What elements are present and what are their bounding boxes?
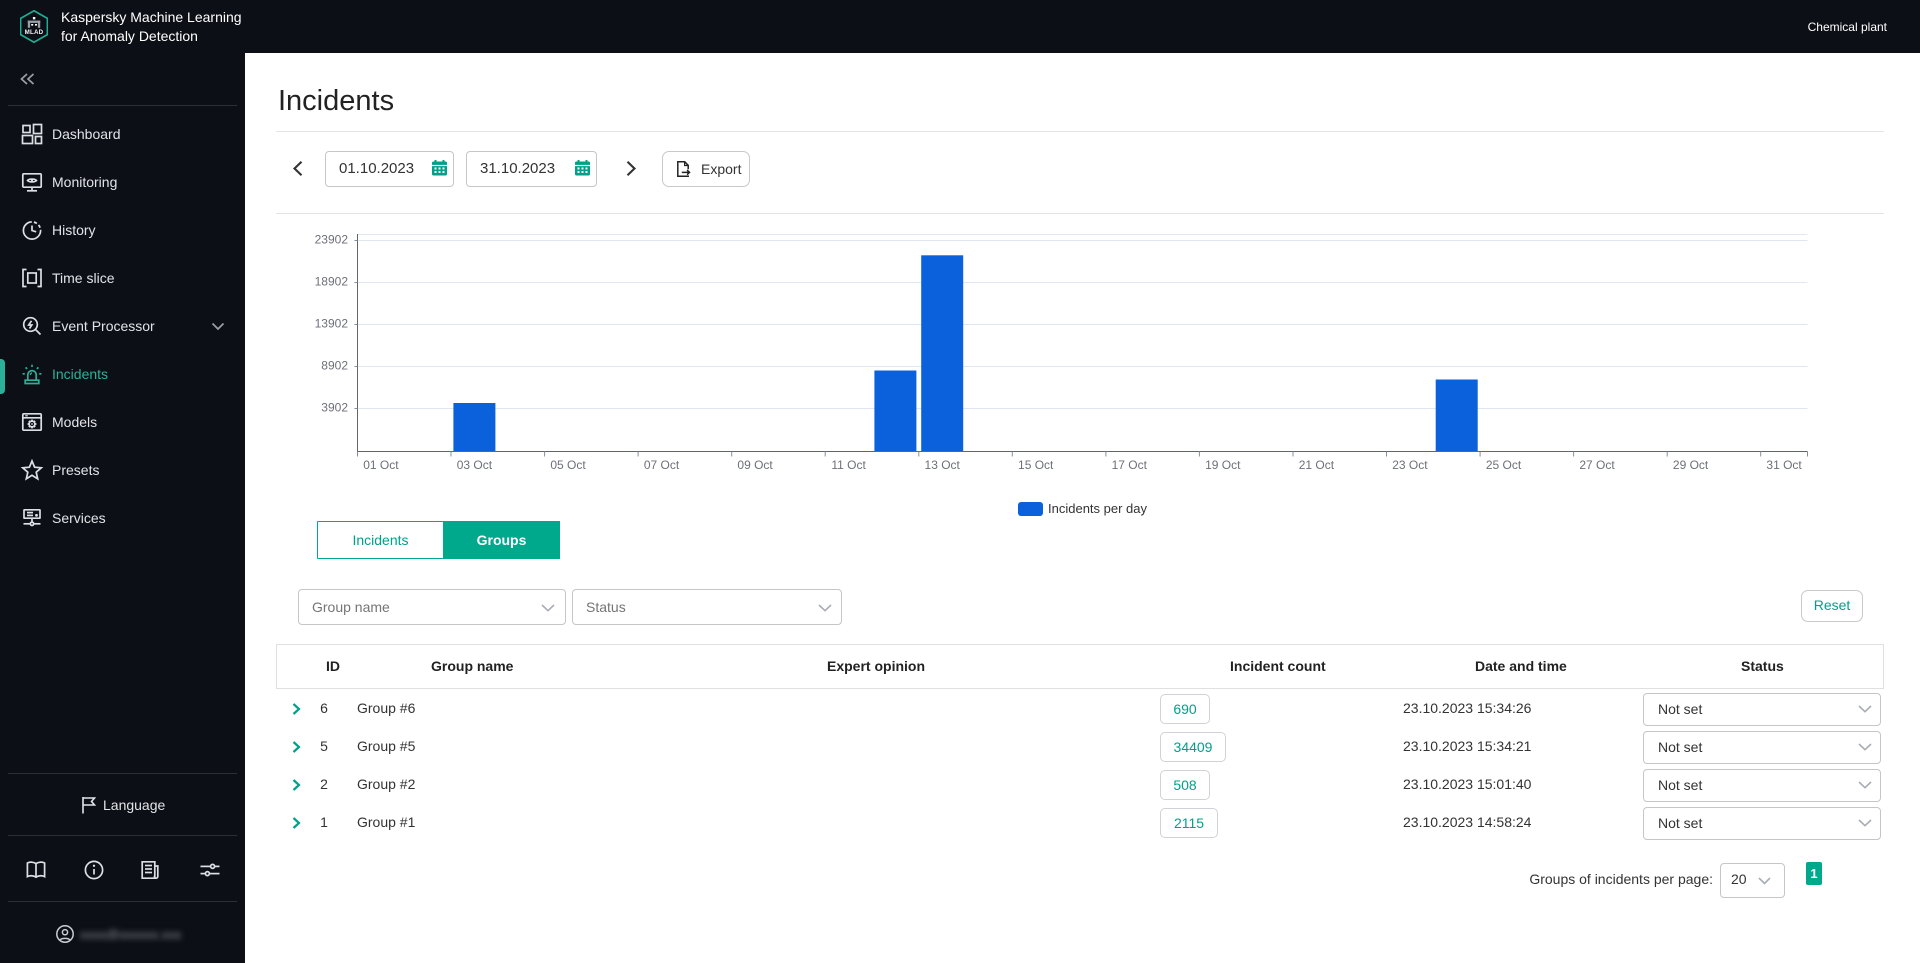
svg-text:18902: 18902	[315, 275, 349, 289]
svg-text:05 Oct: 05 Oct	[550, 458, 586, 472]
svg-text:27 Oct: 27 Oct	[1579, 458, 1615, 472]
svg-text:01 Oct: 01 Oct	[363, 458, 399, 472]
svg-text:31 Oct: 31 Oct	[1766, 458, 1802, 472]
svg-text:19 Oct: 19 Oct	[1205, 458, 1241, 472]
svg-text:3902: 3902	[321, 401, 348, 415]
svg-text:03 Oct: 03 Oct	[457, 458, 493, 472]
svg-text:11 Oct: 11 Oct	[831, 458, 866, 472]
svg-text:13902: 13902	[315, 317, 349, 331]
svg-text:15 Oct: 15 Oct	[1018, 458, 1054, 472]
svg-text:07 Oct: 07 Oct	[644, 458, 680, 472]
svg-text:Incidents per day: Incidents per day	[1048, 501, 1148, 516]
svg-text:25 Oct: 25 Oct	[1486, 458, 1522, 472]
svg-text:8902: 8902	[321, 359, 348, 373]
svg-text:13 Oct: 13 Oct	[925, 458, 961, 472]
svg-text:09 Oct: 09 Oct	[737, 458, 773, 472]
svg-text:21 Oct: 21 Oct	[1299, 458, 1335, 472]
svg-text:17 Oct: 17 Oct	[1112, 458, 1148, 472]
svg-text:23 Oct: 23 Oct	[1392, 458, 1428, 472]
svg-text:23902: 23902	[315, 233, 349, 247]
svg-text:29 Oct: 29 Oct	[1673, 458, 1709, 472]
